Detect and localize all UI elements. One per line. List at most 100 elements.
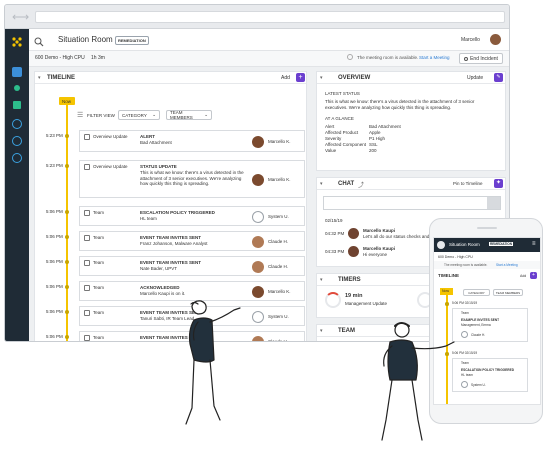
mobile-row-kind: Team [461,311,469,315]
timeline-card[interactable]: Overview Update ALERT Bad Attachment Mar… [79,130,305,152]
mobile-start-meeting[interactable]: Start a Meeting [496,263,518,267]
mobile-add[interactable]: Add [520,274,526,278]
incident-elapsed: 1h 3m [91,55,105,61]
header-bar: Situation Room REMEDIATION Marcello [29,29,509,52]
rocket-icon[interactable] [13,101,21,109]
glance-key: Affected Product [325,130,359,135]
sidebar [5,29,29,341]
timeline-card[interactable]: Team EVENT TEAM INVITES SENT Franz Johan… [79,231,305,251]
menu-icon[interactable]: ≡ [532,241,536,247]
chat-input[interactable] [323,196,501,210]
team-icon [84,235,90,241]
timeline-dot [65,164,69,168]
collapse-icon[interactable]: ▾ [320,277,323,283]
add-icon[interactable]: + [296,73,305,82]
row-time: 5:06 PM [46,234,63,239]
avatar [252,174,264,186]
glance-value: P1 High [369,136,386,141]
row-person: Marcello K. [268,289,291,294]
timeline-panel: ▾ TIMELINE Add + Now ☰ FILTER VIEW CATEG… [34,71,307,341]
woman-pointing-illustration [185,300,241,425]
timeline-add[interactable]: Add [281,75,290,81]
row-title: ALERT [140,134,155,139]
sparkle-icon[interactable] [14,85,20,91]
mobile-row-person: System U. [471,383,486,387]
timeline-card[interactable]: Team EVENT TEAM INVITES SENT Nate Bader,… [79,256,305,276]
timer-label: Management Update [345,301,388,306]
pin-to-timeline[interactable]: Pin to Timeline [453,181,483,186]
page-title: Situation Room [58,35,113,44]
mobile-add-icon[interactable]: + [530,272,537,279]
chat-author: Marcello Kaupi [363,228,396,233]
row-body: Nate Bader, UPVT [140,266,178,271]
meeting-status: The meeting room is available. [357,55,419,60]
row-kind: Team [93,285,105,290]
address-bar[interactable] [35,11,505,23]
mobile-badge: REMEDIATION [489,242,514,246]
pin-icon[interactable]: ✦ [494,179,503,188]
chat-time: 04:33 PM [325,249,345,254]
row-body: Bad Attachment [140,140,172,145]
start-meeting-link[interactable]: Start a Meeting [419,55,450,60]
end-incident-button[interactable]: End Incident [459,53,503,64]
team-icon [84,335,90,341]
search-icon[interactable] [12,136,22,146]
chat-text: Hi everyone [363,252,388,257]
glance-value: SSL [369,142,378,147]
mobile-team-select[interactable]: TEAM MEMBERS [493,289,523,296]
at-a-glance-label: AT A GLANCE [325,116,354,121]
team-members-select[interactable]: TEAM MEMBERS ⌄ [166,110,212,120]
timeline-card[interactable]: Overview Update STATUS UPDATE This is wh… [79,160,305,198]
chat-header: ▾ CHAT ⤴ Pin to Timeline ✦ [317,178,505,190]
overview-icon [84,134,90,140]
popout-icon[interactable]: ⤴ [358,180,364,189]
collapse-icon[interactable]: ▾ [320,328,323,334]
row-time: 5:06 PM [46,309,63,314]
timeline-line [66,104,68,341]
timeline-card[interactable]: Team ACKNOWLEDGED Marcello Kaupi is on i… [79,281,305,301]
avatar [252,261,264,273]
glance-key: Alert [325,124,335,129]
send-button[interactable] [487,197,500,209]
glance-value: Apple [369,130,381,135]
mobile-meeting-bar: The meeting room is available. Start a M… [434,261,540,269]
back-forward-icon[interactable]: ⟷ [12,11,29,23]
timeline-dot [65,134,69,138]
user-icon [252,211,264,223]
user-icon [252,311,264,323]
glance-key: Severity [325,136,342,141]
row-kind: Team [93,210,105,215]
alert-icon[interactable] [12,67,22,77]
row-person: Claude H. [268,264,289,269]
overview-title: OVERVIEW [338,75,371,81]
timeline-title: TIMELINE [47,75,75,81]
collapse-icon[interactable]: ▾ [320,181,323,187]
filter-icon[interactable]: ☰ [77,111,83,119]
overview-update[interactable]: Update [467,75,483,81]
timeline-card[interactable]: Team ESCALATION POLICY TRIGGERED HL team… [79,206,305,226]
avatar [252,286,264,298]
user-name[interactable]: Marcello [461,37,480,43]
avatar [348,246,359,257]
glance-value: 200 [369,148,377,153]
mobile-category-select[interactable]: CATEGORY [463,289,490,296]
mobile-row-person: Claude H. [471,333,486,337]
mobile-row-time: 5:06 PM 02/15/19 [452,301,478,305]
category-select[interactable]: CATEGORY ⌄ [118,110,160,120]
eye-logo-icon [437,241,445,249]
search-icon[interactable] [34,34,44,52]
row-person: Marcello K. [268,139,291,144]
edit-icon[interactable]: ✎ [494,73,503,82]
timeline-dot [445,302,449,306]
collapse-icon[interactable]: ▾ [320,75,323,81]
chart-icon[interactable] [12,119,22,129]
mobile-row-title: ESCALATION POLICY TRIGGERED [461,368,515,372]
collapse-icon[interactable]: ▾ [38,75,41,81]
row-body: This is what we know: there's a virus de… [140,170,244,186]
team-title: TEAM [338,328,355,334]
avatar[interactable] [490,34,501,45]
row-person: System U. [268,214,289,219]
gear-icon[interactable] [12,153,22,163]
overview-icon [84,164,90,170]
timeline-header: ▾ TIMELINE Add + [35,72,306,84]
